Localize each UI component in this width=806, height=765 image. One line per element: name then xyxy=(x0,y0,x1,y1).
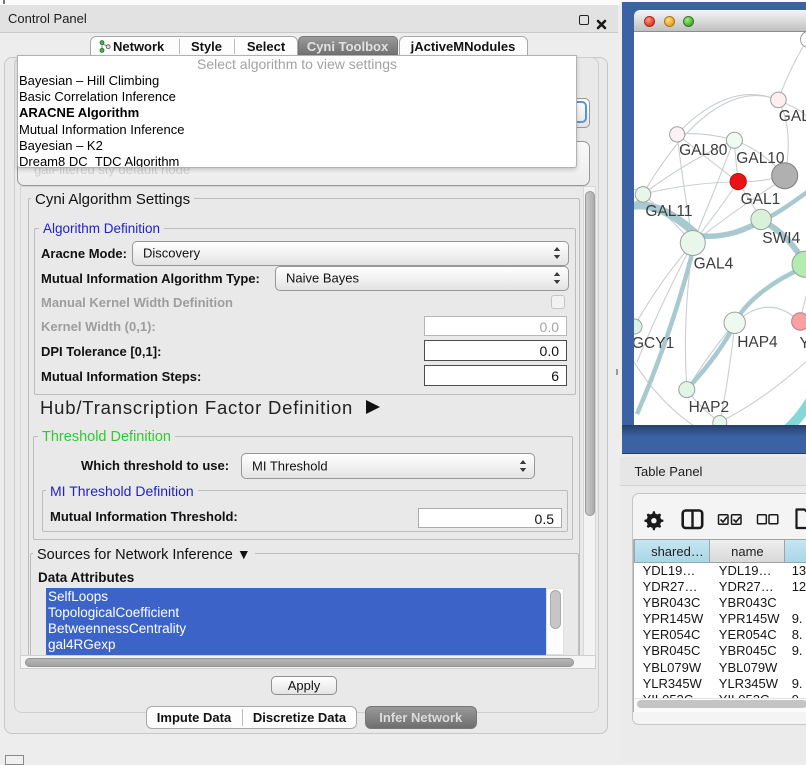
svg-text:HAP2: HAP2 xyxy=(689,399,730,416)
svg-text:GAL11: GAL11 xyxy=(645,203,692,220)
svg-text:GCY1: GCY1 xyxy=(634,335,674,352)
svg-text:GAL10: GAL10 xyxy=(736,150,785,167)
svg-text:GAL1: GAL1 xyxy=(741,191,781,208)
svg-text:GAL4: GAL4 xyxy=(694,255,734,272)
svg-text:Y: Y xyxy=(800,335,806,352)
svg-text:GAL2: GAL2 xyxy=(779,108,806,125)
svg-text:GAL80: GAL80 xyxy=(679,142,728,159)
svg-text:SWI4: SWI4 xyxy=(762,230,800,247)
svg-text:HAP4: HAP4 xyxy=(737,334,778,351)
